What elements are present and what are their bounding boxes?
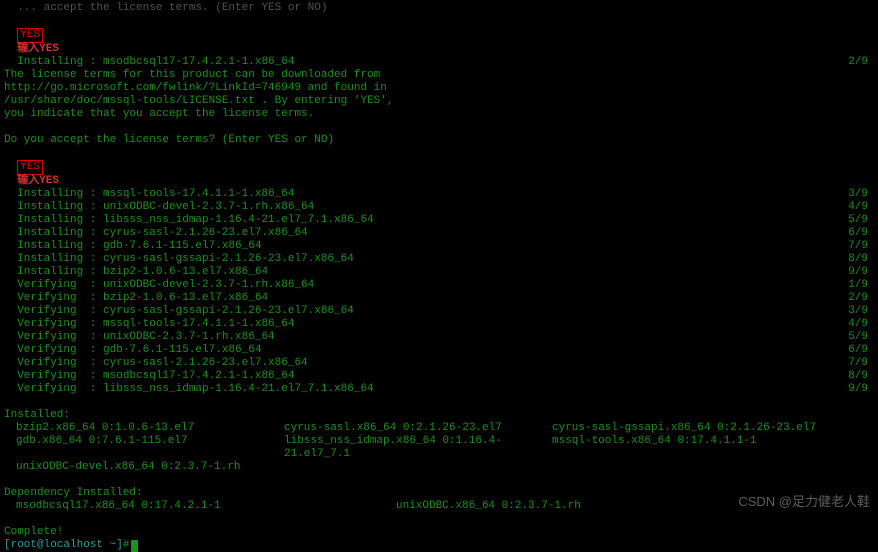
watermark: CSDN @足力健老人鞋: [738, 495, 870, 508]
shell-prompt[interactable]: [root@localhost ~] #: [4, 539, 874, 552]
pkg-label: Verifying : unixODBC-devel-2.3.7-1.rh.x8…: [4, 279, 314, 292]
pkg-label: Verifying : cyrus-sasl-gssapi-2.1.26-23.…: [4, 305, 354, 318]
pkg-label: Installing : mssql-tools-17.4.1.1-1.x86_…: [4, 188, 294, 201]
installed-header: Installed:: [4, 409, 874, 422]
pkg-label: Installing : unixODBC-devel-2.3.7-1.rh.x…: [4, 201, 314, 214]
package-row: Installing : unixODBC-devel-2.3.7-1.rh.x…: [4, 201, 874, 214]
package-row: Installing : cyrus-sasl-gssapi-2.1.26-23…: [4, 253, 874, 266]
installed-pkg: [284, 461, 544, 474]
pkg-label: Verifying : unixODBC-2.3.7-1.rh.x86_64: [4, 331, 275, 344]
pkg-count: 4/9: [848, 201, 874, 214]
yes-input-1: YES: [17, 28, 43, 43]
pkg-label: Verifying : msodbcsql17-17.4.2.1-1.x86_6…: [4, 370, 294, 383]
package-row: Verifying : bzip2-1.0.6-13.el7.x86_64 2/9: [4, 292, 874, 305]
pkg-count: 6/9: [848, 344, 874, 357]
installed-pkg: [552, 461, 852, 474]
license-question: Do you accept the license terms? (Enter …: [4, 134, 874, 147]
pkg-label: Installing : cyrus-sasl-2.1.26-23.el7.x8…: [4, 227, 308, 240]
installing-top: Installing : msodbcsql17-17.4.2.1-1.x86_…: [4, 56, 874, 69]
package-row: Installing : mssql-tools-17.4.1.1-1.x86_…: [4, 188, 874, 201]
complete-label: Complete!: [4, 526, 874, 539]
installed-pkg: cyrus-sasl-gssapi.x86_64 0:2.1.26-23.el7: [552, 422, 852, 435]
package-row: Verifying : libsss_nss_idmap-1.16.4-21.e…: [4, 383, 874, 396]
package-row: Installing : bzip2-1.0.6-13.el7.x86_64 9/…: [4, 266, 874, 279]
partial-top-line: ... accept the license terms. (Enter YES…: [4, 2, 874, 15]
installed-pkg: mssql-tools.x86_64 0:17.4.1.1-1: [552, 435, 852, 461]
pkg-label: Verifying : cyrus-sasl-2.1.26-23.el7.x86…: [4, 357, 308, 370]
package-row: Verifying : gdb-7.6.1-115.el7.x86_64 6/9: [4, 344, 874, 357]
pkg-count: 3/9: [848, 305, 874, 318]
yes-hint-1: 输入YES: [17, 43, 59, 55]
pkg-count: 1/9: [848, 279, 874, 292]
pkg-label: Verifying : mssql-tools-17.4.1.1-1.x86_6…: [4, 318, 294, 331]
pkg-label: Installing : gdb-7.6.1-115.el7.x86_64: [4, 240, 261, 253]
blank: [4, 513, 874, 526]
prompt-hash: #: [123, 539, 130, 552]
installed-pkg: cyrus-sasl.x86_64 0:2.1.26-23.el7: [284, 422, 544, 435]
yes-input-2: YES: [17, 160, 43, 175]
pkg-label: Installing : libsss_nss_idmap-1.16.4-21.…: [4, 214, 374, 227]
blank: [4, 121, 874, 134]
pkg-count: 2/9: [848, 292, 874, 305]
package-row: Verifying : mssql-tools-17.4.1.1-1.x86_6…: [4, 318, 874, 331]
pkg-count: 8/9: [848, 370, 874, 383]
blank: [4, 474, 874, 487]
yes-hint-2: 输入YES: [17, 175, 59, 187]
license-line: /usr/share/doc/mssql-tools/LICENSE.txt .…: [4, 95, 874, 108]
installed-pkg: gdb.x86_64 0:7.6.1-115.el7: [16, 435, 276, 461]
pkg-label: Verifying : gdb-7.6.1-115.el7.x86_64: [4, 344, 261, 357]
yes-row-2: YES 输入YES: [4, 147, 874, 188]
pkg-count: 9/9: [848, 266, 874, 279]
pkg-label: Verifying : libsss_nss_idmap-1.16.4-21.e…: [4, 383, 374, 396]
package-row: Verifying : cyrus-sasl-2.1.26-23.el7.x86…: [4, 357, 874, 370]
dep-pkg: msodbcsql17.x86_64 0:17.4.2.1-1: [16, 500, 396, 513]
package-row: Installing : cyrus-sasl-2.1.26-23.el7.x8…: [4, 227, 874, 240]
license-line: The license terms for this product can b…: [4, 69, 874, 82]
installed-row: unixODBC-devel.x86_64 0:2.3.7-1.rh: [4, 461, 874, 474]
package-row: Verifying : msodbcsql17-17.4.2.1-1.x86_6…: [4, 370, 874, 383]
pkg-label: Installing : msodbcsql17-17.4.2.1-1.x86_…: [4, 56, 294, 69]
pkg-count: 2/9: [848, 56, 874, 69]
dep-pkg: unixODBC.x86_64 0:2.3.7-1.rh: [396, 500, 736, 513]
package-list: Installing : mssql-tools-17.4.1.1-1.x86_…: [4, 188, 874, 396]
package-row: Installing : libsss_nss_idmap-1.16.4-21.…: [4, 214, 874, 227]
pkg-label: Installing : bzip2-1.0.6-13.el7.x86_64: [4, 266, 268, 279]
pkg-count: 7/9: [848, 240, 874, 253]
blank: [4, 396, 874, 409]
package-row: Verifying : unixODBC-devel-2.3.7-1.rh.x8…: [4, 279, 874, 292]
pkg-count: 5/9: [848, 214, 874, 227]
pkg-label: Installing : cyrus-sasl-gssapi-2.1.26-23…: [4, 253, 354, 266]
package-row: Verifying : cyrus-sasl-gssapi-2.1.26-23.…: [4, 305, 874, 318]
license-line: you indicate that you accept the license…: [4, 108, 874, 121]
installed-row: gdb.x86_64 0:7.6.1-115.el7 libsss_nss_id…: [4, 435, 874, 461]
installed-row: bzip2.x86_64 0:1.0.6-13.el7 cyrus-sasl.x…: [4, 422, 874, 435]
installed-pkg: unixODBC-devel.x86_64 0:2.3.7-1.rh: [16, 461, 276, 474]
prompt-userhost: [root@localhost ~]: [4, 539, 123, 552]
pkg-count: 3/9: [848, 188, 874, 201]
pkg-count: 6/9: [848, 227, 874, 240]
pkg-count: 9/9: [848, 383, 874, 396]
installed-pkg: libsss_nss_idmap.x86_64 0:1.16.4-21.el7_…: [284, 435, 544, 461]
pkg-label: Verifying : bzip2-1.0.6-13.el7.x86_64: [4, 292, 268, 305]
yes-row-1: YES 输入YES: [4, 15, 874, 56]
pkg-count: 8/9: [848, 253, 874, 266]
installed-pkg: bzip2.x86_64 0:1.0.6-13.el7: [16, 422, 276, 435]
pkg-count: 5/9: [848, 331, 874, 344]
package-row: Installing : gdb-7.6.1-115.el7.x86_64 7/9: [4, 240, 874, 253]
package-row: Verifying : unixODBC-2.3.7-1.rh.x86_64 5/…: [4, 331, 874, 344]
license-line: http://go.microsoft.com/fwlink/?LinkId=7…: [4, 82, 874, 95]
cursor-icon: [131, 540, 138, 552]
pkg-count: 4/9: [848, 318, 874, 331]
pkg-count: 7/9: [848, 357, 874, 370]
